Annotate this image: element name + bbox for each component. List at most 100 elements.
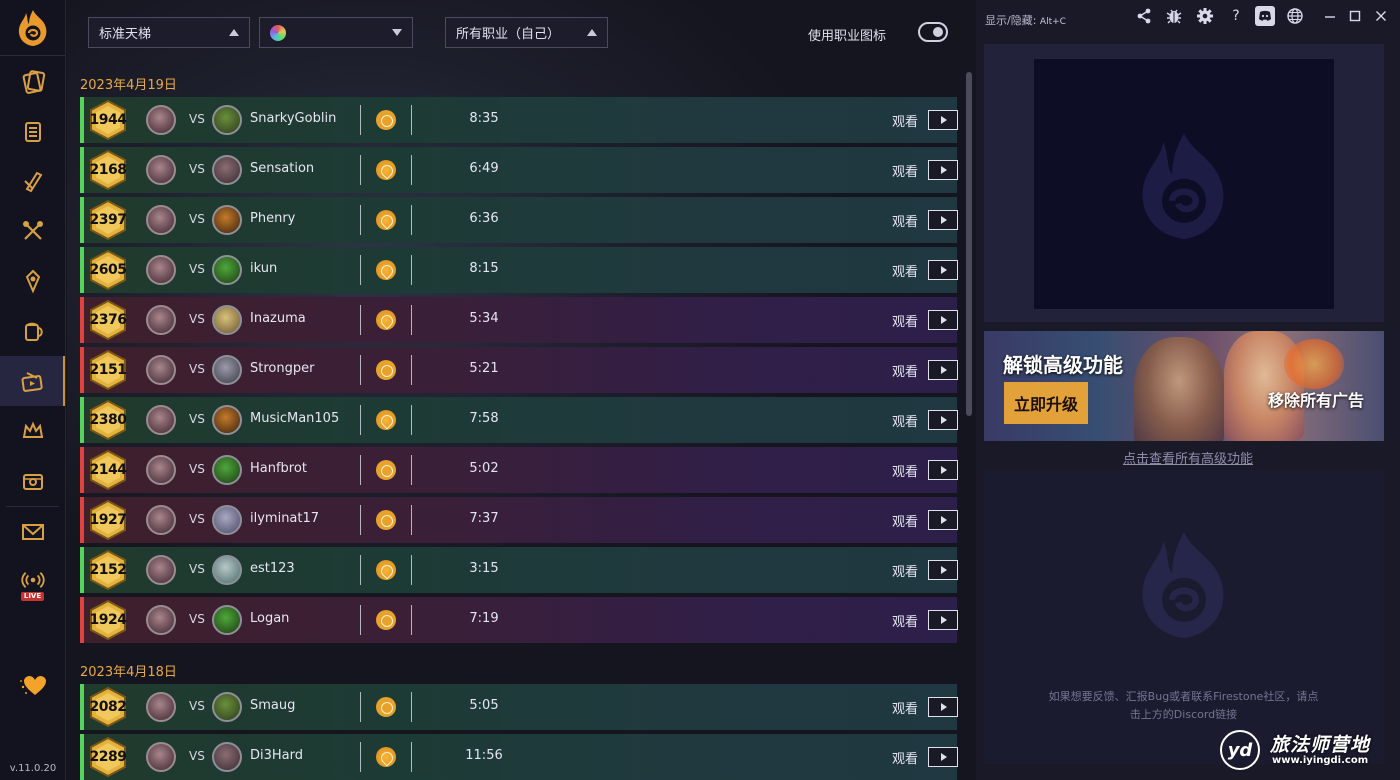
watch-label[interactable]: 观看 (892, 411, 918, 430)
bug-icon[interactable] (1164, 6, 1184, 26)
nav-item-stats[interactable] (0, 456, 65, 506)
replay-row[interactable]: 2376 VS Inazuma 5:34 观看 (80, 297, 958, 343)
replay-list: 2023年4月19日 1944 VS SnarkyGoblin 8:35 观看 2168 VS… (67, 70, 962, 780)
premium-features-link[interactable]: 点击查看所有高级功能 (976, 448, 1400, 467)
opponent-name: Smaug (250, 698, 296, 713)
play-replay-button[interactable] (928, 460, 958, 480)
class-icon-toggle-label: 使用职业图标 (808, 29, 887, 44)
rank-badge: 2289 (88, 737, 128, 777)
play-replay-button[interactable] (928, 510, 958, 530)
replay-row[interactable]: 2397 VS Phenry 6:36 观看 (80, 197, 958, 243)
watch-label[interactable]: 观看 (892, 698, 918, 717)
watermark-url: www.iyingdi.com (1272, 755, 1369, 766)
rank-badge: 2397 (88, 200, 128, 240)
upgrade-button[interactable]: 立即升级 (1004, 382, 1088, 424)
watch-label[interactable]: 观看 (892, 561, 918, 580)
opponent-name: Di3Hard (250, 748, 304, 763)
game-mode-dropdown[interactable]: 标准天梯 (88, 17, 250, 48)
replay-row[interactable]: 2380 VS MusicMan105 7:58 观看 (80, 397, 958, 443)
nav-item-achievements[interactable] (0, 406, 65, 456)
watch-label[interactable]: 观看 (892, 611, 918, 630)
watch-label[interactable]: 观看 (892, 111, 918, 130)
play-replay-button[interactable] (928, 747, 958, 767)
watch-label[interactable]: 观看 (892, 748, 918, 767)
replay-row[interactable]: 2082 VS Smaug 5:05 观看 (80, 684, 958, 730)
mail-icon (21, 524, 44, 540)
game-duration: 7:37 (469, 511, 499, 526)
help-icon[interactable]: ? (1226, 6, 1246, 26)
rank-value: 1924 (89, 612, 127, 628)
nav-item-decktracker[interactable] (0, 106, 65, 156)
vs-label: VS (189, 562, 205, 576)
nav-item-arena[interactable] (0, 306, 65, 356)
rank-badge: 2151 (88, 350, 128, 390)
going-first-icon (376, 210, 396, 230)
replay-row[interactable]: 2144 VS Hanfbrot 5:02 观看 (80, 447, 958, 493)
rank-badge: 2082 (88, 687, 128, 727)
discord-icon[interactable] (1255, 6, 1275, 26)
nav-item-mailbox[interactable] (0, 507, 65, 557)
opponent-hero-portrait (212, 205, 242, 235)
player-hero-portrait (146, 105, 176, 135)
replay-row[interactable]: 2168 VS Sensation 6:49 观看 (80, 147, 958, 193)
support-heart-button[interactable] (0, 668, 66, 702)
firestone-flame-icon (1142, 532, 1224, 638)
nav-item-duels[interactable] (0, 256, 65, 306)
rank-value: 1944 (89, 112, 127, 128)
watch-label[interactable]: 观看 (892, 511, 918, 530)
vs-label: VS (189, 612, 205, 626)
vs-label: VS (189, 462, 205, 476)
rank-badge: 2168 (88, 150, 128, 190)
nav-item-replays[interactable] (0, 356, 65, 406)
game-duration: 11:56 (465, 748, 503, 763)
nav-item-streams[interactable]: LIVE (0, 557, 65, 613)
play-replay-button[interactable] (928, 210, 958, 230)
replay-row[interactable]: 2289 VS Di3Hard 11:56 观看 (80, 734, 958, 780)
play-replay-button[interactable] (928, 360, 958, 380)
replay-row[interactable]: 2605 VS ikun 8:15 观看 (80, 247, 958, 293)
opponent-hero-portrait (212, 355, 242, 385)
play-replay-button[interactable] (928, 260, 958, 280)
play-replay-button[interactable] (928, 610, 958, 630)
replay-row[interactable]: 1927 VS ilyminat17 7:37 观看 (80, 497, 958, 543)
opponent-hero-portrait (212, 105, 242, 135)
share-icon[interactable] (1134, 6, 1154, 26)
replay-row[interactable]: 1924 VS Logan 7:19 观看 (80, 597, 958, 643)
game-duration: 6:36 (469, 211, 499, 226)
replay-row[interactable]: 2152 VS est123 3:15 观看 (80, 547, 958, 593)
watch-label[interactable]: 观看 (892, 461, 918, 480)
watch-label[interactable]: 观看 (892, 161, 918, 180)
watch-label[interactable]: 观看 (892, 261, 918, 280)
replay-row[interactable]: 2151 VS Strongper 5:21 观看 (80, 347, 958, 393)
play-replay-button[interactable] (928, 697, 958, 717)
class-dropdown[interactable]: 所有职业（自己） (445, 17, 608, 48)
settings-icon[interactable] (1195, 6, 1215, 26)
nav-item-collection[interactable] (0, 56, 65, 106)
watch-label[interactable]: 观看 (892, 361, 918, 380)
hero-dropdown[interactable] (259, 17, 413, 48)
play-replay-button[interactable] (928, 160, 958, 180)
column-divider (360, 355, 361, 385)
going-first-icon (376, 160, 396, 180)
play-replay-button[interactable] (928, 560, 958, 580)
nav-item-mercenaries[interactable] (0, 206, 65, 256)
column-divider (360, 105, 361, 135)
watch-label[interactable]: 观看 (892, 211, 918, 230)
close-icon[interactable] (1371, 6, 1391, 26)
minimize-icon[interactable] (1320, 6, 1340, 26)
game-duration: 5:34 (469, 311, 499, 326)
play-replay-button[interactable] (928, 110, 958, 130)
maximize-icon[interactable] (1345, 6, 1365, 26)
player-hero-portrait (146, 405, 176, 435)
play-replay-button[interactable] (928, 310, 958, 330)
globe-icon[interactable] (1285, 6, 1305, 26)
replay-list-scrollbar[interactable] (966, 72, 972, 416)
play-replay-button[interactable] (928, 410, 958, 430)
nav-item-battlegrounds[interactable] (0, 156, 65, 206)
watch-label[interactable]: 观看 (892, 311, 918, 330)
replay-row[interactable]: 1944 VS SnarkyGoblin 8:35 观看 (80, 97, 958, 143)
class-icon-toggle[interactable] (918, 22, 948, 42)
premium-banner[interactable]: 解锁高级功能 立即升级 移除所有广告 (984, 331, 1384, 441)
going-first-icon (376, 410, 396, 430)
player-hero-portrait (146, 255, 176, 285)
